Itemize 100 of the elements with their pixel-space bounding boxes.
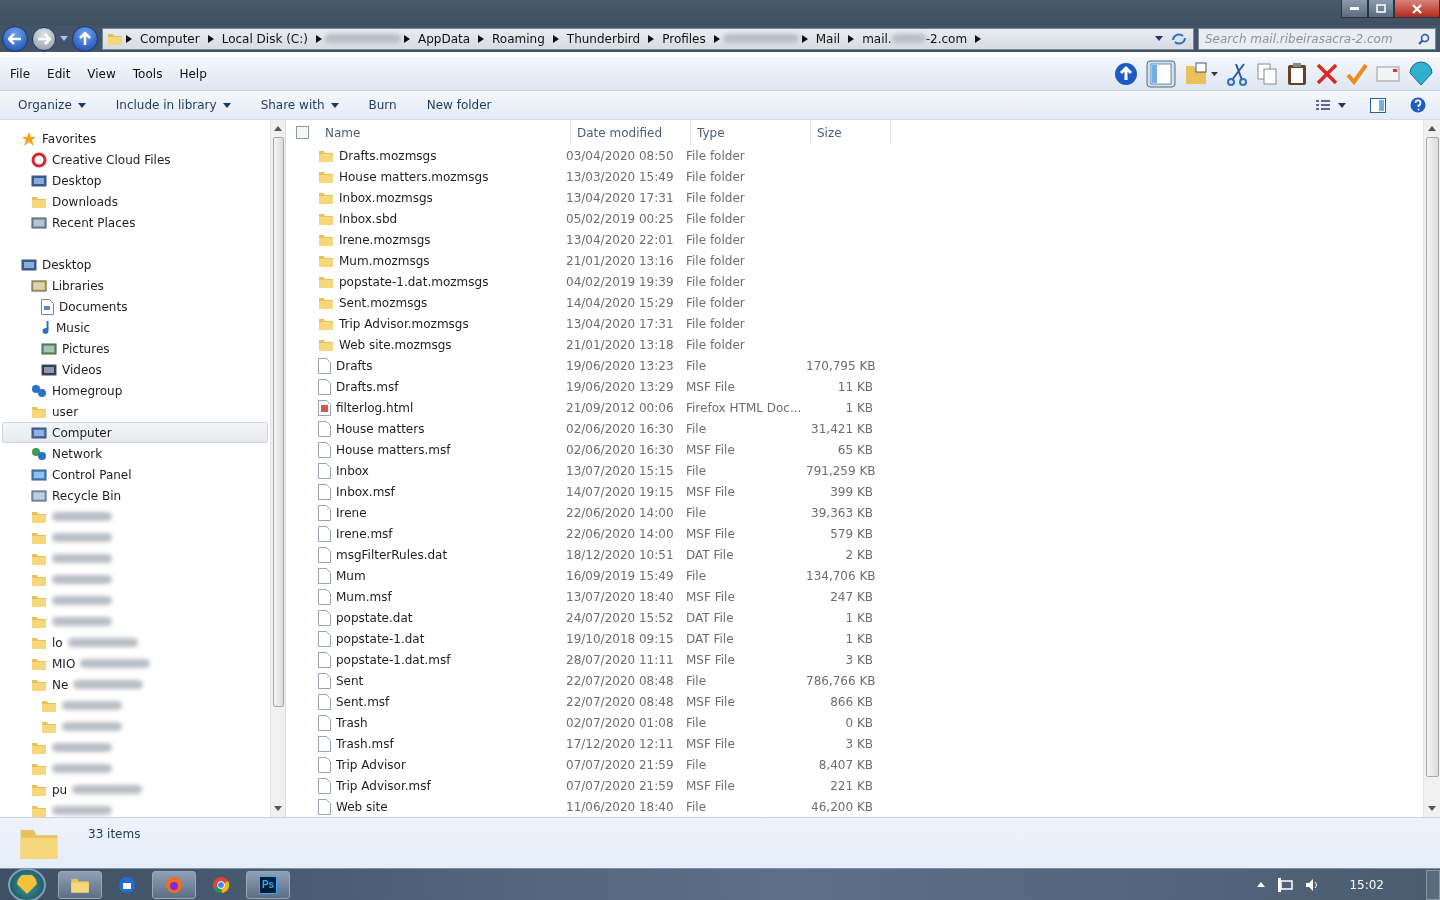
file-row[interactable]: Inbox 13/07/2020 15:15 File 791,259 KB [294,460,1423,481]
file-row[interactable]: Irene 22/06/2020 14:00 File 39,363 KB [294,502,1423,523]
address-bar[interactable]: Computer Local Disk (C:) AppData Roaming Thunderbird Profiles Mail mail. -2.com [102,27,1194,50]
sidebar-scrollbar[interactable] [270,120,285,817]
search-field[interactable]: Search mail.ribeirasacra-2.com [1198,27,1436,50]
file-row[interactable]: House matters.mozmsgs 13/03/2020 15:49 File folder [294,166,1423,187]
file-row[interactable]: popstate-1.dat 19/10/2018 09:15 DAT File 1 KB [294,628,1423,649]
back-button[interactable] [2,25,28,52]
breadcrumb-item[interactable]: Profiles [657,31,711,46]
file-row[interactable]: Irene.msf 22/06/2020 14:00 MSF File 579 KB [294,523,1423,544]
navigation-item[interactable]: Music [2,317,268,338]
breadcrumb-arrow-icon[interactable] [801,34,808,43]
navigation-item[interactable]: Desktop [2,170,268,191]
pane-toggle-icon[interactable] [1146,59,1176,88]
navigation-item[interactable]: Homegroup [2,380,268,401]
file-row[interactable]: Web site 11/06/2020 18:40 File 46,200 KB [294,796,1423,817]
checkmark-icon[interactable] [1346,62,1368,85]
command-button[interactable]: Share with [252,95,347,115]
file-row[interactable]: Mum.mozmsgs 21/01/2020 13:16 File folder [294,250,1423,271]
help-icon[interactable] [1410,97,1426,113]
file-row[interactable]: House matters.msf 02/06/2020 16:30 MSF File 65 KB [294,439,1423,460]
navigation-item[interactable]: Control Panel [2,464,268,485]
clipboard-icon[interactable] [1286,61,1308,86]
volume-icon[interactable] [1305,877,1320,892]
navigation-item[interactable]: Computer [2,422,268,443]
breadcrumb-arrow-icon[interactable] [648,34,655,43]
up-button[interactable] [72,25,98,52]
navigation-item[interactable]: Recent Places [2,212,268,233]
navigation-item[interactable]: Pictures [2,338,268,359]
taskbar-button[interactable] [152,870,196,899]
breadcrumb-item[interactable]: Local Disk (C:) [216,31,313,46]
navigation-item[interactable]: lo [2,632,268,653]
view-options-icon[interactable] [1316,99,1346,111]
column-header[interactable]: Type [691,120,811,145]
scroll-down-icon[interactable] [274,806,282,811]
breadcrumb-item[interactable]: Mail [810,31,846,46]
breadcrumb-arrow-icon[interactable] [478,34,485,43]
file-row[interactable]: Mum 16/09/2019 15:49 File 134,706 KB [294,565,1423,586]
network-icon[interactable] [1277,877,1294,892]
file-row[interactable]: Trash 02/07/2020 01:08 File 0 KB [294,712,1423,733]
file-row[interactable]: popstate.dat 24/07/2020 15:52 DAT File 1 KB [294,607,1423,628]
close-button[interactable] [1394,0,1440,18]
navigation-item[interactable]: Desktop [2,254,268,275]
address-dropdown-icon[interactable] [1155,36,1163,41]
file-row[interactable]: Trip Advisor.mozmsgs 13/04/2020 17:31 File folder [294,313,1423,334]
navigation-item[interactable]: Downloads [2,191,268,212]
scroll-up-icon[interactable] [274,126,282,131]
navigation-item[interactable]: Creative Cloud Files [2,149,268,170]
breadcrumb-item[interactable]: Roaming [487,31,550,46]
envelope-icon[interactable] [1376,64,1400,83]
file-row[interactable]: Mum.msf 13/07/2020 18:40 MSF File 247 KB [294,586,1423,607]
minimize-button[interactable] [1341,0,1368,18]
column-header[interactable]: Size [811,120,891,145]
show-hidden-icons-icon[interactable] [1257,882,1266,887]
select-all-checkbox[interactable] [296,126,309,139]
file-row[interactable]: popstate-1.dat.msf 28/07/2020 11:11 MSF File 3 KB [294,649,1423,670]
file-row[interactable]: filterlog.html 21/09/2012 00:06 Firefox HTML Doc... 1 KB [294,397,1423,418]
menu-item[interactable]: View [81,64,122,83]
menu-item[interactable]: File [4,64,37,83]
forward-button[interactable] [32,26,56,51]
navigation-item[interactable]: Favorites [2,128,268,149]
breadcrumb-item[interactable]: Thunderbird [561,31,646,46]
preview-pane-icon[interactable] [1370,97,1386,113]
breadcrumb-arrow-icon[interactable] [403,34,410,43]
command-button[interactable]: Organize [10,95,94,115]
folder-options-icon[interactable] [1184,61,1218,86]
file-row[interactable]: Inbox.msf 14/07/2020 19:15 MSF File 399 KB [294,481,1423,502]
scroll-down-icon[interactable] [1428,806,1436,811]
file-row[interactable]: Trip Advisor.msf 07/07/2020 21:59 MSF File 221 KB [294,775,1423,796]
file-row[interactable]: Irene.mozmsgs 13/04/2020 22:01 File folder [294,229,1423,250]
file-row[interactable]: Trip Advisor 07/07/2020 21:59 File 8,407 KB [294,754,1423,775]
maximize-button[interactable] [1368,0,1394,18]
breadcrumb-item[interactable]: AppData [412,31,476,46]
command-button[interactable]: New folder [418,95,500,115]
menu-item[interactable]: Help [173,64,213,83]
column-header[interactable]: Date modified [571,120,691,145]
navigation-item[interactable]: Network [2,443,268,464]
file-row[interactable]: Drafts 19/06/2020 13:23 File 170,795 KB [294,355,1423,376]
file-row[interactable]: Web site.mozmsgs 21/01/2020 13:18 File folder [294,334,1423,355]
delete-icon[interactable] [1316,62,1338,85]
breadcrumb-arrow-icon[interactable] [848,34,855,43]
scissors-icon[interactable] [1226,61,1248,86]
start-button[interactable] [8,867,46,900]
breadcrumb-item[interactable]: Computer [135,31,205,46]
navigation-item[interactable]: Recycle Bin [2,485,268,506]
taskbar-button[interactable]: Ps [246,870,290,899]
file-row[interactable]: Inbox.sbd 05/02/2019 00:25 File folder [294,208,1423,229]
file-list-scrollbar[interactable] [1423,120,1440,817]
column-header[interactable]: Name [319,120,571,145]
navigation-item[interactable]: pu [2,779,268,800]
command-button[interactable]: Burn [360,95,405,115]
file-row[interactable]: House matters 02/06/2020 16:30 File 31,421 KB [294,418,1423,439]
navigation-item[interactable]: user [2,401,268,422]
breadcrumb-arrow-icon[interactable] [713,34,720,43]
navigation-item[interactable]: Documents [2,296,268,317]
clock[interactable]: 15:02 [1349,877,1384,892]
breadcrumb-arrow-icon[interactable] [126,34,132,43]
file-row[interactable]: Sent 22/07/2020 08:48 File 786,766 KB [294,670,1423,691]
scroll-up-icon[interactable] [1428,126,1436,131]
menu-item[interactable]: Tools [126,64,169,83]
